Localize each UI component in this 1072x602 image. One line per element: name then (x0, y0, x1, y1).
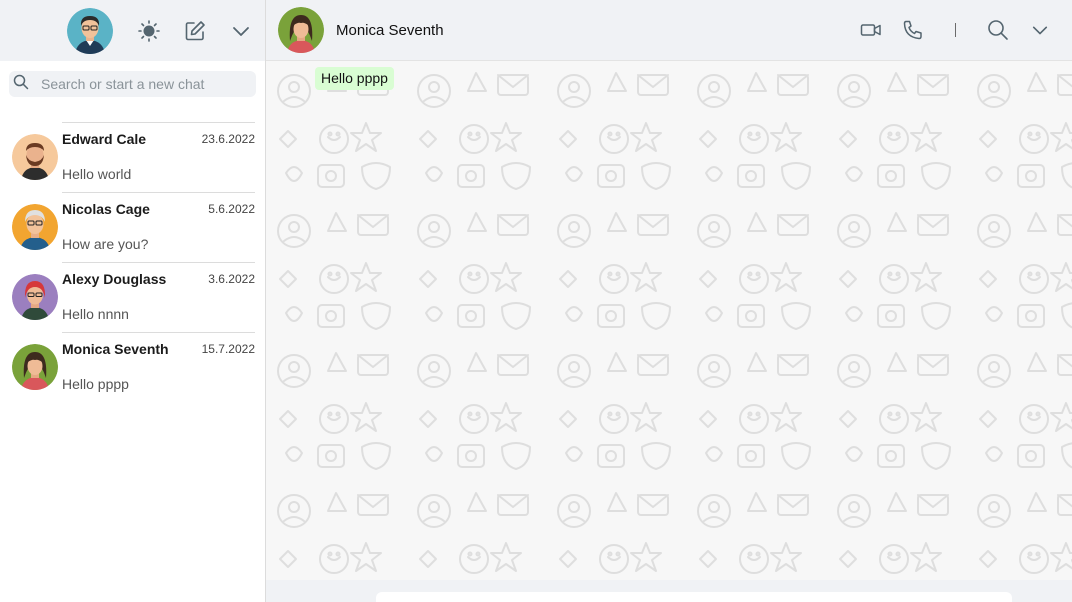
message-input[interactable] (376, 592, 1012, 602)
chat-date: 3.6.2022 (208, 272, 255, 286)
chat-item-body: Nicolas Cage 5.6.2022 How are you? (62, 192, 255, 262)
chat-date: 5.6.2022 (208, 202, 255, 216)
chevron-down-icon[interactable] (1028, 18, 1052, 42)
message-bubble[interactable]: Hello pppp (315, 67, 394, 90)
voice-call-icon[interactable] (901, 18, 925, 42)
chat-item-body: Monica Seventh 15.7.2022 Hello pppp (62, 332, 255, 402)
chat-preview: Hello nnnn (62, 306, 129, 322)
conversation-area[interactable]: Hello pppp (266, 61, 1072, 602)
search-box (9, 71, 256, 97)
chat-list-item[interactable]: Edward Cale 23.6.2022 Hello world (0, 122, 265, 192)
chat-app: Edward Cale 23.6.2022 Hello world (0, 0, 1072, 602)
conversation-header: Monica Seventh (266, 0, 1072, 61)
new-chat-icon[interactable] (183, 19, 207, 43)
video-call-icon[interactable] (859, 18, 883, 42)
chat-date: 23.6.2022 (201, 132, 255, 146)
avatar (12, 204, 58, 250)
contact-name[interactable]: Monica Seventh (336, 22, 444, 39)
chat-date: 15.7.2022 (201, 342, 255, 356)
sidebar-header (0, 0, 265, 61)
chat-list-item[interactable]: Nicolas Cage 5.6.2022 How are you? (0, 192, 265, 262)
avatar (12, 134, 58, 180)
search-icon[interactable] (986, 18, 1010, 42)
search-icon (13, 74, 29, 95)
status-sun-icon[interactable] (137, 19, 161, 43)
conversation-panel: Monica Seventh Hello pppp (266, 0, 1072, 602)
chat-preview: How are you? (62, 236, 149, 252)
chat-item-body: Edward Cale 23.6.2022 Hello world (62, 122, 255, 192)
avatar (12, 274, 58, 320)
conversation-actions (859, 18, 1072, 42)
chat-list: Edward Cale 23.6.2022 Hello world Nicola… (0, 105, 265, 402)
sidebar: Edward Cale 23.6.2022 Hello world (0, 0, 266, 602)
chat-preview: Hello pppp (62, 376, 129, 392)
composer-bar (266, 580, 1072, 602)
contact-avatar[interactable] (278, 7, 324, 53)
chat-list-item[interactable]: Alexy Douglass 3.6.2022 Hello nnnn (0, 262, 265, 332)
chat-preview: Hello world (62, 166, 132, 182)
divider (955, 23, 956, 37)
chat-list-item[interactable]: Monica Seventh 15.7.2022 Hello pppp (0, 332, 265, 402)
menu-chevron-down-icon[interactable] (229, 19, 253, 43)
search-input[interactable] (39, 75, 243, 93)
my-profile-avatar[interactable] (67, 7, 113, 54)
search-area (0, 61, 265, 105)
chat-item-body: Alexy Douglass 3.6.2022 Hello nnnn (62, 262, 255, 332)
avatar (12, 344, 58, 390)
doodle-background (266, 61, 1072, 602)
